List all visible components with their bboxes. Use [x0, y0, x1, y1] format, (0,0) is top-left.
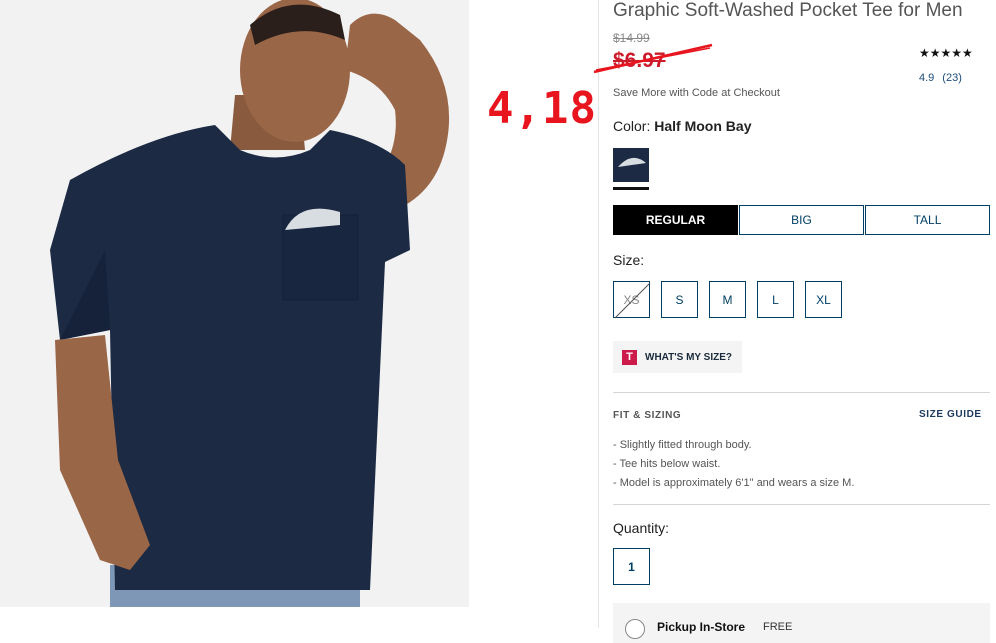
- product-title: Graphic Soft-Washed Pocket Tee for Men: [613, 0, 963, 21]
- fit-detail-item: - Model is approximately 6'1" and wears …: [613, 477, 855, 489]
- size-option-label: L: [772, 292, 779, 307]
- color-label-text: Color:: [613, 118, 651, 134]
- size-option-xs[interactable]: XS: [613, 281, 651, 319]
- model-photo-illustration: [0, 0, 469, 607]
- price-strikethrough-mark: [593, 43, 713, 74]
- size-option-xl[interactable]: XL: [805, 281, 842, 318]
- fit-tabs: REGULAR BIG TALL: [613, 205, 991, 235]
- fit-detail-item: - Tee hits below waist.: [613, 458, 721, 470]
- color-swatch-half-moon-bay[interactable]: [613, 148, 649, 182]
- selected-swatch-indicator: [613, 187, 649, 190]
- size-option-l[interactable]: L: [757, 281, 794, 318]
- quantity-label: Quantity:: [613, 520, 670, 536]
- pickup-label: Pickup In-Store: [657, 620, 746, 634]
- fit-tab-regular[interactable]: REGULAR: [613, 205, 738, 235]
- size-option-s[interactable]: S: [661, 281, 698, 318]
- quantity-selector[interactable]: 1: [613, 548, 650, 585]
- whats-my-size-button[interactable]: T WHAT'S MY SIZE?: [613, 341, 742, 373]
- promo-text: Save More with Code at Checkout: [613, 87, 780, 99]
- section-divider: [613, 392, 990, 393]
- price-annotation: 4,18: [487, 83, 597, 134]
- fit-tab-tall[interactable]: TALL: [865, 205, 990, 235]
- review-count[interactable]: (23): [942, 72, 962, 84]
- fit-detail-item: - Slightly fitted through body.: [613, 439, 752, 451]
- size-option-label: M: [722, 292, 733, 307]
- rating-value: 4.9: [919, 72, 935, 84]
- true-fit-icon: T: [622, 349, 637, 365]
- product-image[interactable]: [0, 0, 469, 607]
- rating-summary[interactable]: 4.9 (23): [919, 72, 962, 84]
- rating-stars[interactable]: ★★★★★: [919, 46, 973, 60]
- panel-divider: [598, 0, 599, 628]
- size-option-label: XL: [816, 292, 831, 307]
- whats-my-size-label: WHAT'S MY SIZE?: [645, 351, 733, 363]
- unavailable-slash-icon: [614, 282, 651, 319]
- color-label: Color: Half Moon Bay: [613, 118, 751, 134]
- fit-sizing-heading: FIT & SIZING: [613, 410, 682, 421]
- section-divider: [613, 504, 990, 505]
- pickup-price: FREE: [763, 621, 793, 633]
- fit-details-list: - Slightly fitted through body. - Tee hi…: [613, 436, 854, 493]
- size-label: Size:: [613, 252, 645, 268]
- selected-color-name: Half Moon Bay: [654, 118, 752, 134]
- pickup-radio[interactable]: [625, 619, 645, 639]
- size-option-m[interactable]: M: [709, 281, 746, 318]
- swatch-pattern-icon: [614, 149, 648, 181]
- size-options: XS S M L XL: [613, 281, 853, 319]
- size-option-label: S: [675, 292, 684, 307]
- size-guide-link[interactable]: SIZE GUIDE: [919, 409, 982, 420]
- fit-tab-big[interactable]: BIG: [739, 205, 864, 235]
- pickup-in-store-option[interactable]: Pickup In-Store FREE: [613, 603, 990, 643]
